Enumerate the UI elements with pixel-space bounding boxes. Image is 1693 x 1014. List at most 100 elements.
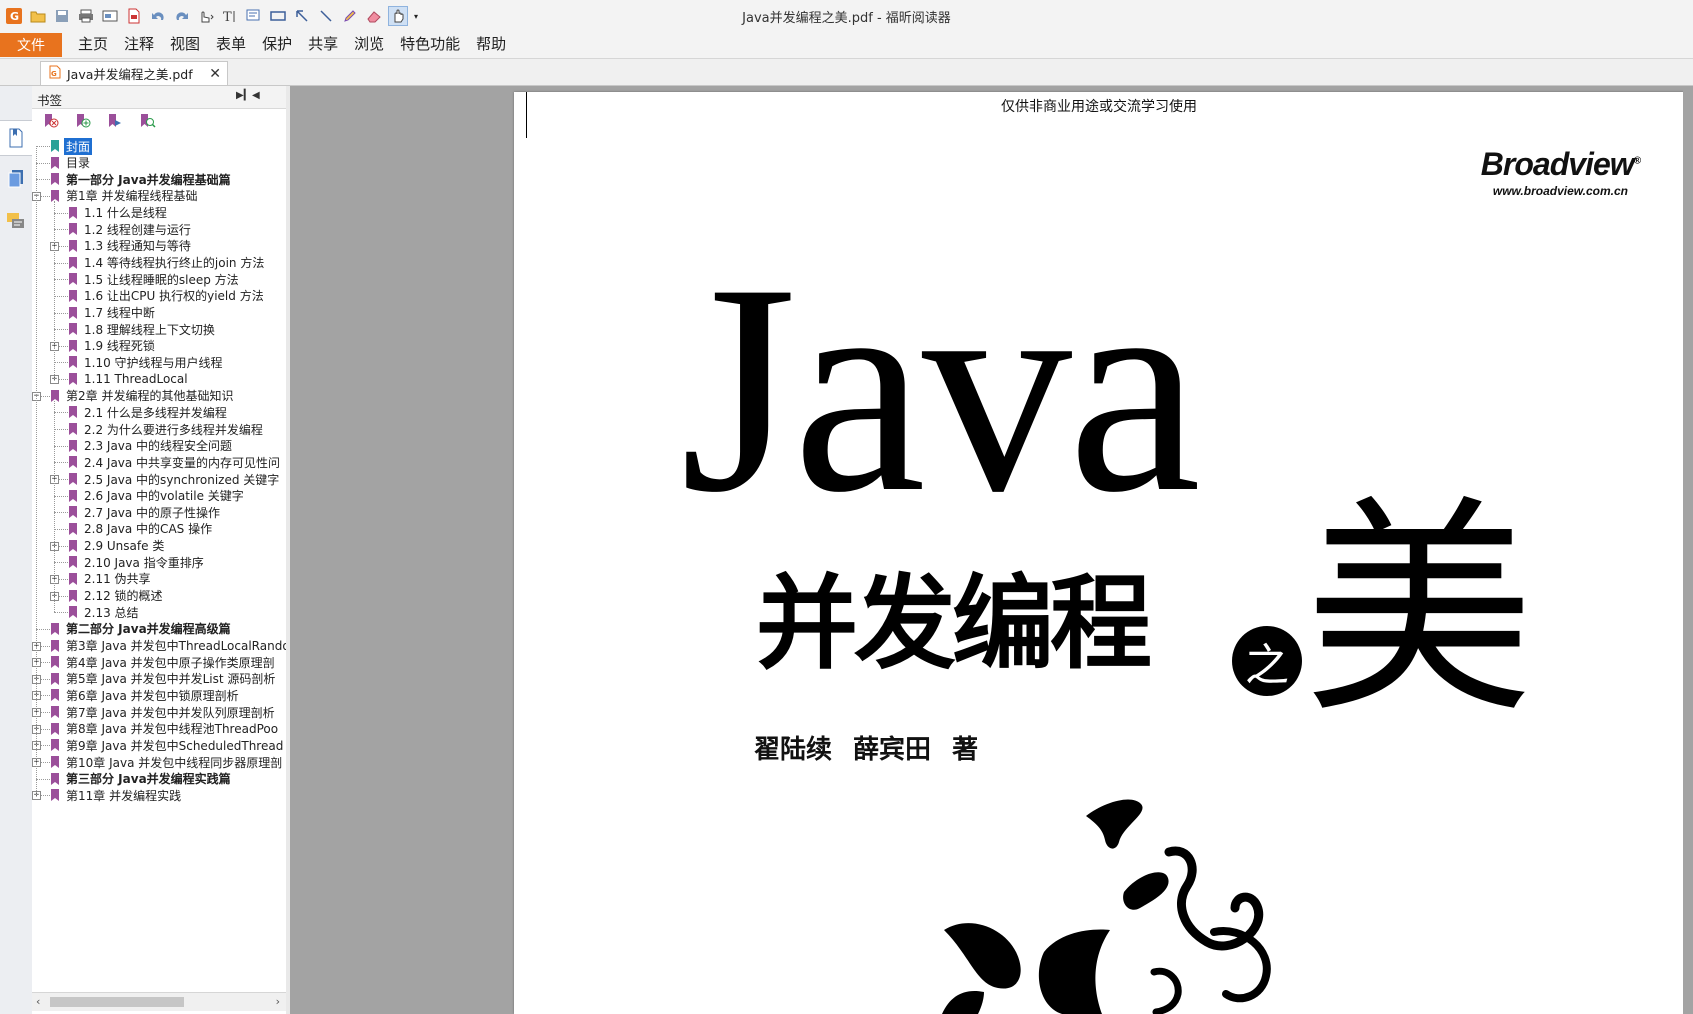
- bookmark-item[interactable]: 第一部分 Java并发编程基础篇: [50, 170, 233, 188]
- tab-form[interactable]: 表单: [208, 30, 254, 58]
- document-tab[interactable]: G Java并发编程之美.pdf ✕: [40, 61, 228, 85]
- bookmark-item[interactable]: 第3章 Java 并发包中ThreadLocalRando: [50, 637, 286, 655]
- vertical-scrollbar[interactable]: [1683, 86, 1693, 1014]
- bookmark-item[interactable]: 2.8 Java 中的CAS 操作: [68, 520, 214, 538]
- bookmark-item[interactable]: 1.7 线程中断: [68, 304, 157, 322]
- tree-connector: [54, 495, 68, 497]
- bookmark-label: 第11章 并发编程实践: [66, 788, 182, 803]
- comments-panel-icon[interactable]: [0, 204, 32, 238]
- tab-home[interactable]: 主页: [70, 30, 116, 58]
- file-menu-button[interactable]: 文件: [0, 33, 62, 57]
- bookmark-icon: [51, 722, 59, 735]
- bookmark-label: 第1章 并发编程线程基础: [66, 189, 198, 204]
- pages-panel-icon[interactable]: [0, 162, 32, 196]
- bookmark-label: 第4章 Java 并发包中原子操作类原理剖: [66, 655, 275, 670]
- bookmark-item[interactable]: 2.11 伪共享: [68, 570, 153, 588]
- tab-view[interactable]: 视图: [162, 30, 208, 58]
- tab-protect[interactable]: 保护: [254, 30, 300, 58]
- bookmark-label: 第8章 Java 并发包中线程池ThreadPoo: [66, 722, 279, 737]
- tree-connector: [36, 146, 37, 796]
- bookmark-item[interactable]: 第5章 Java 并发包中并发List 源码剖析: [50, 670, 277, 688]
- bookmark-item[interactable]: 2.3 Java 中的线程安全问题: [68, 437, 234, 455]
- add-bookmark-icon[interactable]: [74, 113, 92, 132]
- tree-connector: [36, 146, 50, 147]
- tree-connector: [54, 295, 68, 297]
- scroll-left-icon[interactable]: ‹: [36, 995, 40, 1008]
- bookmark-item[interactable]: 第10章 Java 并发包中线程同步器原理剖: [50, 753, 284, 771]
- bookmark-item[interactable]: 1.1 什么是线程: [68, 204, 169, 222]
- tree-connector: [54, 212, 68, 214]
- document-viewport[interactable]: 仅供非商业用途或交流学习使用 Broadview® www.broadview.…: [290, 86, 1693, 1014]
- bookmark-item[interactable]: 第11章 并发编程实践: [50, 786, 183, 804]
- bookmark-item[interactable]: 1.5 让线程睡眠的sleep 方法: [68, 270, 241, 288]
- bookmark-item[interactable]: 第6章 Java 并发包中锁原理剖析: [50, 686, 241, 704]
- bookmark-item[interactable]: 1.2 线程创建与运行: [68, 220, 193, 238]
- bookmark-item[interactable]: 2.5 Java 中的synchronized 关键字: [68, 470, 281, 488]
- bookmark-icon: [69, 323, 77, 336]
- bookmark-item[interactable]: 2.9 Unsafe 类: [68, 537, 166, 555]
- bookmark-icon: [69, 572, 77, 585]
- pdf-file-icon: G: [49, 65, 61, 82]
- tree-connector: [54, 412, 68, 414]
- bookmark-item[interactable]: 2.1 什么是多线程并发编程: [68, 403, 229, 421]
- bookmark-item[interactable]: 1.9 线程死锁: [68, 337, 157, 355]
- bookmark-item[interactable]: 1.6 让出CPU 执行权的yield 方法: [68, 287, 266, 305]
- scroll-right-icon[interactable]: ›: [276, 995, 280, 1008]
- bookmark-item[interactable]: 封面: [50, 137, 93, 155]
- horizontal-scrollbar[interactable]: ‹ ›: [32, 992, 286, 1011]
- bookmark-label: 1.9 线程死锁: [84, 339, 155, 354]
- bookmark-label: 第5章 Java 并发包中并发List 源码剖析: [66, 672, 276, 687]
- bookmark-label: 目录: [66, 156, 91, 171]
- bookmark-label: 2.13 总结: [84, 605, 139, 620]
- bookmark-item[interactable]: 第9章 Java 并发包中ScheduledThread: [50, 736, 285, 754]
- bookmark-item[interactable]: 2.12 锁的概述: [68, 587, 165, 605]
- tree-connector: [54, 329, 68, 331]
- bookmark-item[interactable]: 2.7 Java 中的原子性操作: [68, 503, 222, 521]
- bookmark-item[interactable]: 第4章 Java 并发包中原子操作类原理剖: [50, 653, 277, 671]
- bookmark-item[interactable]: 1.3 线程通知与等待: [68, 237, 193, 255]
- expand-panel-icon[interactable]: ▶▎: [236, 90, 251, 101]
- bookmark-item[interactable]: 1.11 ThreadLocal: [68, 370, 190, 388]
- bookmark-label: 1.7 线程中断: [84, 306, 155, 320]
- scroll-thumb[interactable]: [50, 997, 184, 1007]
- tab-help[interactable]: 帮助: [468, 30, 514, 58]
- bookmark-item[interactable]: 第2章 并发编程的其他基础知识: [50, 387, 235, 405]
- bookmark-item[interactable]: 第1章 并发编程线程基础: [50, 187, 199, 205]
- bookmark-icon: [69, 606, 77, 619]
- bookmark-item[interactable]: 2.6 Java 中的volatile 关键字: [68, 487, 246, 505]
- bookmark-item[interactable]: 1.10 守护线程与用户线程: [68, 353, 225, 371]
- bookmark-label: 1.5 让线程睡眠的sleep 方法: [84, 272, 239, 287]
- bookmark-icon: [69, 289, 77, 302]
- tab-share[interactable]: 共享: [300, 30, 346, 58]
- bookmark-item[interactable]: 2.4 Java 中共享变量的内存可见性问: [68, 453, 282, 471]
- tab-comment[interactable]: 注释: [116, 30, 162, 58]
- bookmark-item[interactable]: 第二部分 Java并发编程高级篇: [50, 620, 233, 638]
- bookmark-item[interactable]: 2.10 Java 指令重排序: [68, 553, 206, 571]
- bookmark-item[interactable]: 1.4 等待线程执行终止的join 方法: [68, 254, 266, 272]
- tab-features[interactable]: 特色功能: [392, 30, 468, 58]
- bookmark-item[interactable]: 第三部分 Java并发编程实践篇: [50, 770, 233, 788]
- collapse-panel-icon[interactable]: ◀: [252, 90, 260, 101]
- bookmark-icon: [69, 406, 77, 419]
- bookmark-item[interactable]: 1.8 理解线程上下文切换: [68, 320, 217, 338]
- delete-bookmark-icon[interactable]: [42, 113, 60, 132]
- tab-browse[interactable]: 浏览: [346, 30, 392, 58]
- bookmarks-panel-icon[interactable]: [0, 120, 32, 156]
- bookmark-item[interactable]: 目录: [50, 154, 92, 172]
- bookmark-properties-icon[interactable]: [106, 113, 124, 132]
- bookmark-label: 1.3 线程通知与等待: [84, 239, 191, 254]
- bookmark-icon: [69, 373, 77, 386]
- bookmark-icon: [69, 306, 77, 319]
- bookmark-item[interactable]: 2.2 为什么要进行多线程并发编程: [68, 420, 265, 438]
- bookmark-item[interactable]: 第8章 Java 并发包中线程池ThreadPoo: [50, 720, 280, 738]
- document-tab-label: Java并发编程之美.pdf: [67, 67, 193, 82]
- bookmark-label: 第9章 Java 并发包中ScheduledThread: [66, 738, 284, 753]
- bookmark-icon: [51, 156, 59, 169]
- bookmark-item[interactable]: 第7章 Java 并发包中并发队列原理剖析: [50, 703, 277, 721]
- bookmark-item[interactable]: 2.13 总结: [68, 603, 141, 621]
- find-bookmark-icon[interactable]: [138, 113, 156, 132]
- bookmark-label: 第一部分 Java并发编程基础篇: [66, 172, 231, 187]
- bookmark-label: 2.6 Java 中的volatile 关键字: [84, 489, 244, 504]
- tree-connector: [54, 362, 68, 364]
- close-tab-icon[interactable]: ✕: [209, 66, 221, 82]
